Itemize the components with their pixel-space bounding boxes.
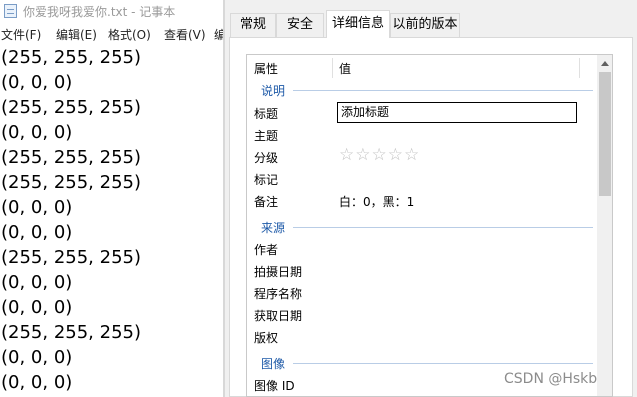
notepad-title-bar: 你爱我呀我爱你.txt - 记事本 <box>0 0 225 22</box>
image-id-label: 图像 ID <box>254 379 295 393</box>
notepad-app-icon <box>4 4 17 18</box>
column-separator[interactable] <box>579 58 580 78</box>
text-line: (0, 0, 0) <box>1 197 73 218</box>
menu-file[interactable]: 文件(F) <box>1 26 41 43</box>
details-property-list[interactable]: 属性 值 说明 标题 添加标题 主题 分级 ☆☆☆☆☆ 标记 备注 白：0，黑：… <box>246 54 613 397</box>
program-name-label: 程序名称 <box>254 287 303 301</box>
tab-previous-versions[interactable]: 以前的版本 <box>390 13 460 37</box>
menu-format[interactable]: 格式(O) <box>108 26 151 43</box>
notepad-text-area[interactable]: (255, 255, 255) (0, 0, 0) (255, 255, 255… <box>0 45 225 397</box>
subject-label: 主题 <box>254 129 279 143</box>
rating-stars-icon[interactable]: ☆☆☆☆☆ <box>339 145 420 165</box>
date-acquired-label: 获取日期 <box>254 309 303 323</box>
tags-label: 标记 <box>254 173 279 187</box>
text-line: (0, 0, 0) <box>1 372 73 393</box>
text-line: (0, 0, 0) <box>1 272 73 293</box>
rating-label: 分级 <box>254 151 279 165</box>
watermark: CSDN @Hskb <box>504 371 598 387</box>
text-line: (0, 0, 0) <box>1 347 73 368</box>
text-line: (255, 255, 255) <box>1 247 142 268</box>
properties-dialog: 常规 安全 详细信息 以前的版本 属性 值 说明 标题 添加标题 主题 分级 ☆… <box>225 0 637 397</box>
section-description: 说明 <box>261 84 286 98</box>
text-line: (0, 0, 0) <box>1 222 73 243</box>
comments-value[interactable]: 白：0，黑：1 <box>339 193 414 210</box>
notepad-menu-bar: 文件(F) 编辑(E) 格式(O) 查看(V) 编 <box>0 24 226 44</box>
menu-edit[interactable]: 编辑(E) <box>56 26 97 43</box>
title-label: 标题 <box>254 107 279 121</box>
section-divider <box>293 227 593 228</box>
column-header-value[interactable]: 值 <box>339 60 351 77</box>
tab-details[interactable]: 详细信息 <box>326 10 390 38</box>
scroll-up-arrow-icon[interactable] <box>601 61 609 66</box>
text-line: (255, 255, 255) <box>1 322 142 343</box>
text-line: (255, 255, 255) <box>1 97 142 118</box>
text-line: (255, 255, 255) <box>1 147 142 168</box>
copyright-label: 版权 <box>254 331 279 345</box>
section-divider <box>293 363 593 364</box>
text-line: (0, 0, 0) <box>1 72 73 93</box>
section-image: 图像 <box>261 357 286 371</box>
text-line: (0, 0, 0) <box>1 297 73 318</box>
title-field[interactable]: 添加标题 <box>337 102 577 123</box>
comments-label: 备注 <box>254 195 279 209</box>
tab-security[interactable]: 安全 <box>276 13 324 37</box>
section-origin: 来源 <box>261 221 286 235</box>
list-header: 属性 值 <box>247 55 597 79</box>
menu-view[interactable]: 查看(V) <box>164 26 206 43</box>
tab-general[interactable]: 常规 <box>230 13 276 37</box>
scrollbar-thumb[interactable] <box>599 72 611 196</box>
text-line: (255, 255, 255) <box>1 172 142 193</box>
text-line: (255, 255, 255) <box>1 47 142 68</box>
text-line: (0, 0, 0) <box>1 122 73 143</box>
vertical-scrollbar[interactable] <box>597 55 612 396</box>
notepad-window-title: 你爱我呀我爱你.txt - 记事本 <box>23 5 176 19</box>
author-label: 作者 <box>254 243 279 257</box>
section-divider <box>293 90 593 91</box>
date-taken-label: 拍摄日期 <box>254 265 303 279</box>
column-separator[interactable] <box>332 58 333 78</box>
column-header-property[interactable]: 属性 <box>254 60 278 77</box>
